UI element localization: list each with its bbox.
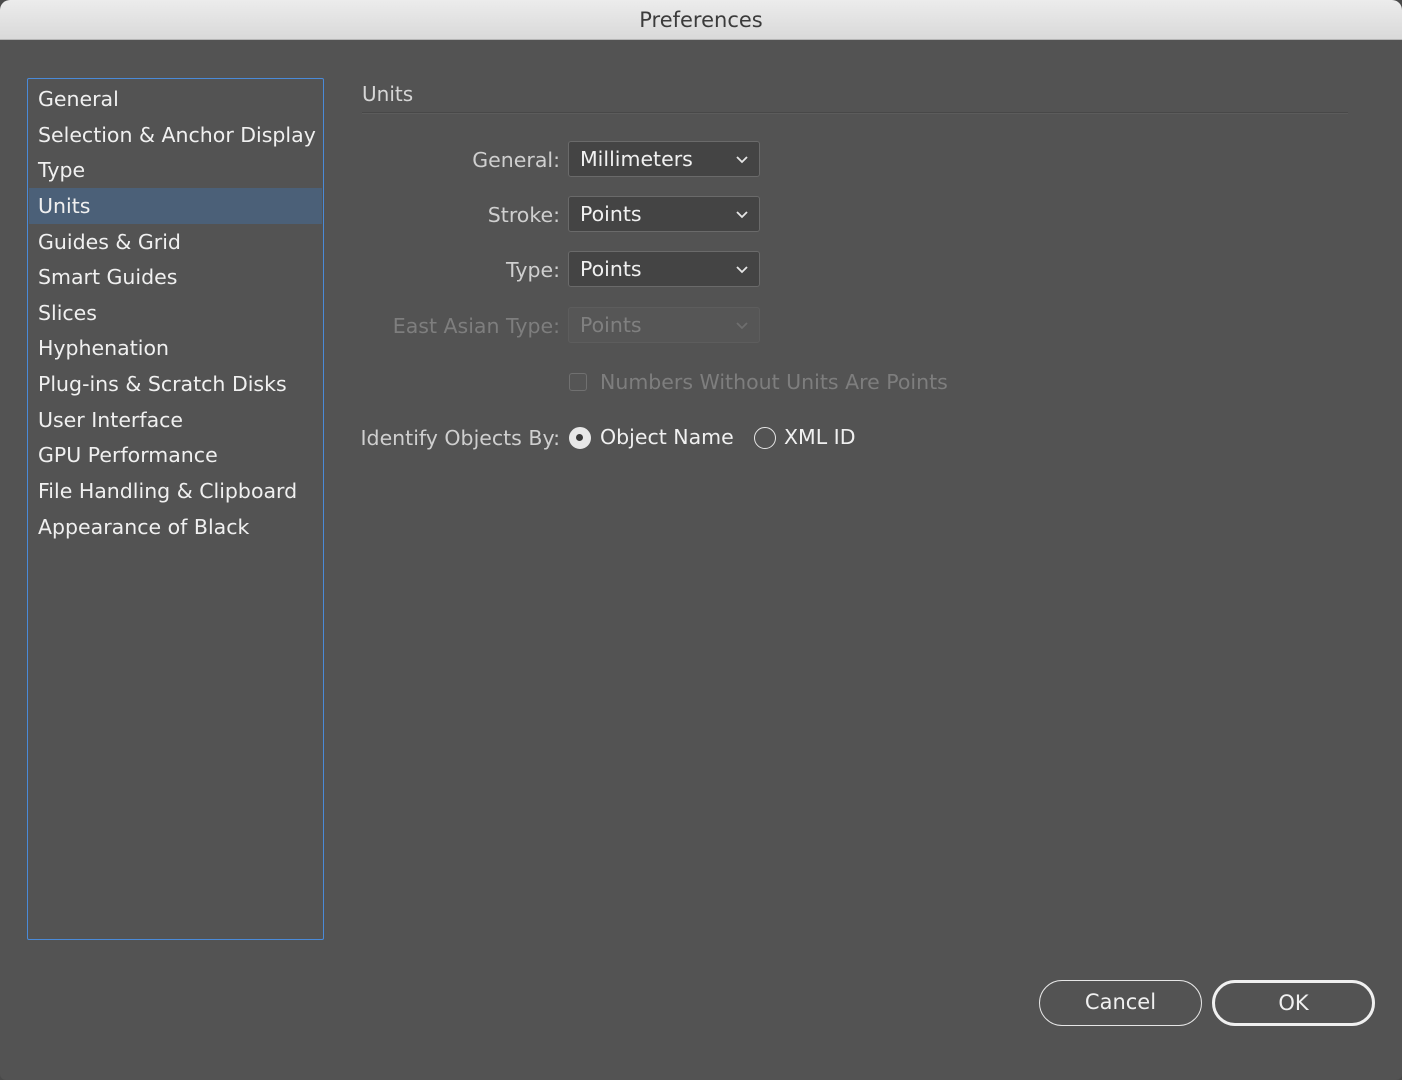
east-asian-type-value: Points (580, 313, 642, 337)
sidebar-item-gpu-performance[interactable]: GPU Performance (29, 437, 322, 473)
chevron-down-icon (736, 156, 748, 164)
sidebar-item-slices[interactable]: Slices (29, 295, 322, 331)
numbers-without-units-checkbox (569, 373, 587, 391)
object-name-radio-label[interactable]: Object Name (600, 425, 734, 449)
chevron-down-icon (736, 322, 748, 330)
general-units-select[interactable]: Millimeters (568, 141, 760, 177)
identify-objects-label: Identify Objects By: (360, 426, 560, 450)
preferences-category-list[interactable]: General Selection & Anchor Display Type … (27, 78, 324, 940)
object-name-radio[interactable] (569, 427, 591, 449)
sidebar-item-hyphenation[interactable]: Hyphenation (29, 330, 322, 366)
sidebar-item-units[interactable]: Units (29, 188, 322, 224)
east-asian-type-label: East Asian Type: (392, 314, 560, 338)
numbers-without-units-label: Numbers Without Units Are Points (600, 370, 948, 394)
general-units-label: General: (472, 148, 560, 172)
chevron-down-icon (736, 211, 748, 219)
stroke-units-value: Points (580, 202, 642, 226)
type-units-value: Points (580, 257, 642, 281)
sidebar-item-guides-grid[interactable]: Guides & Grid (29, 224, 322, 260)
stroke-units-label: Stroke: (487, 203, 560, 227)
stroke-units-select[interactable]: Points (568, 196, 760, 232)
sidebar-item-file-handling-clipboard[interactable]: File Handling & Clipboard (29, 473, 322, 509)
sidebar-item-plugins-scratch-disks[interactable]: Plug-ins & Scratch Disks (29, 366, 322, 402)
section-title-units: Units (362, 82, 414, 106)
sidebar-item-smart-guides[interactable]: Smart Guides (29, 259, 322, 295)
xml-id-radio[interactable] (754, 427, 776, 449)
chevron-down-icon (736, 266, 748, 274)
section-divider (362, 112, 1348, 114)
sidebar-item-type[interactable]: Type (29, 152, 322, 188)
sidebar-item-selection-anchor-display[interactable]: Selection & Anchor Display (29, 117, 322, 153)
general-units-value: Millimeters (580, 147, 693, 171)
sidebar-item-general[interactable]: General (29, 81, 322, 117)
type-units-label: Type: (506, 258, 560, 282)
type-units-select[interactable]: Points (568, 251, 760, 287)
east-asian-type-select: Points (568, 307, 760, 343)
sidebar-item-appearance-of-black[interactable]: Appearance of Black (29, 509, 322, 545)
sidebar-item-user-interface[interactable]: User Interface (29, 402, 322, 438)
cancel-button[interactable]: Cancel (1039, 980, 1202, 1026)
xml-id-radio-label[interactable]: XML ID (784, 425, 856, 449)
window-title: Preferences (0, 0, 1402, 40)
preferences-window: Preferences General Selection & Anchor D… (0, 0, 1402, 1080)
ok-button[interactable]: OK (1212, 980, 1375, 1026)
